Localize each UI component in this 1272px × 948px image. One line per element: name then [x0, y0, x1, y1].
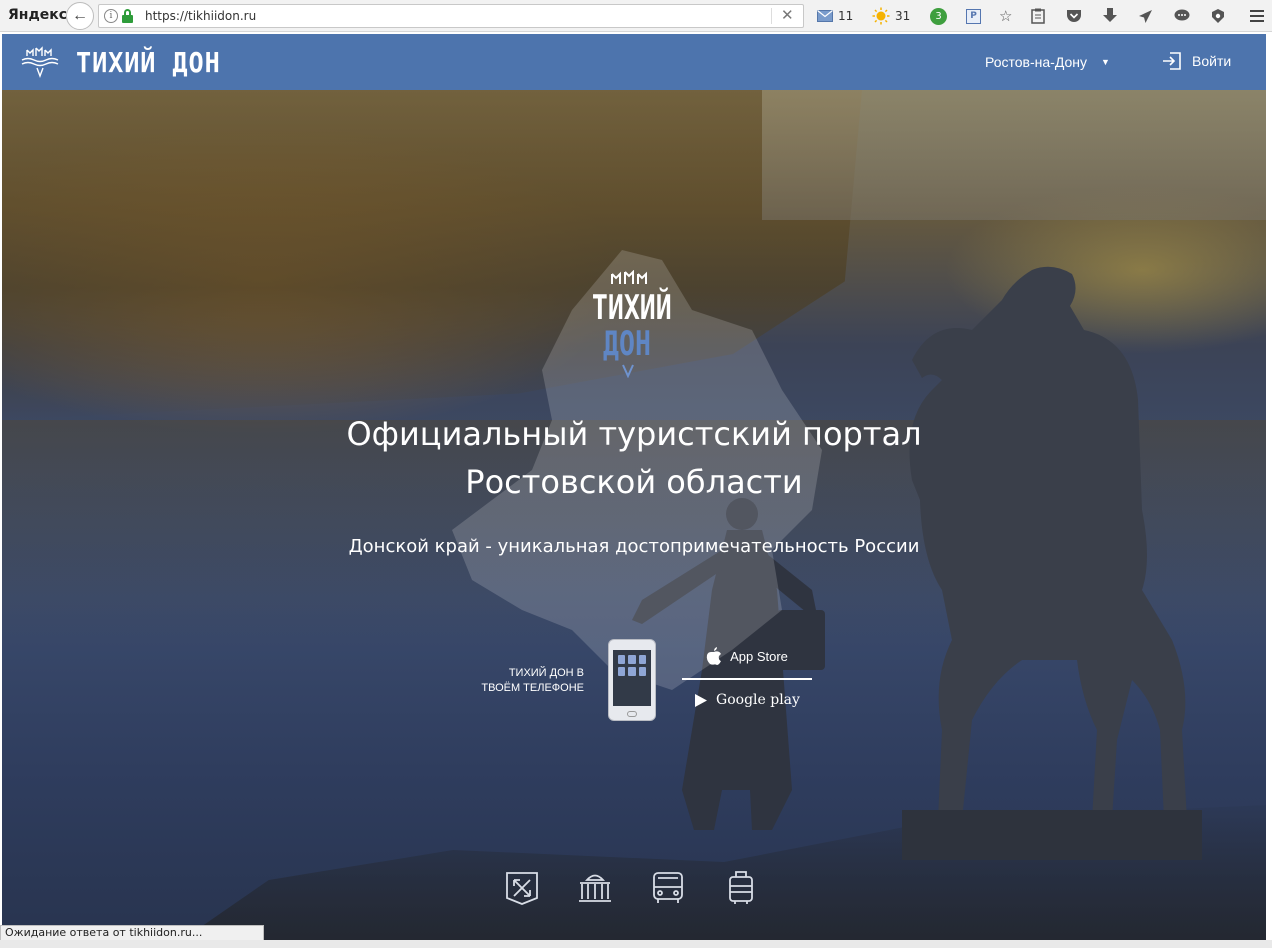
app-promo-caption: ТИХИЙ ДОН В ТВОЁМ ТЕЛЕФОНЕ — [481, 667, 584, 694]
far-riverbank-background — [762, 90, 1266, 220]
museum-icon[interactable] — [577, 870, 613, 906]
badge-extension[interactable]: 3 — [930, 6, 947, 26]
download-arrow-icon — [1103, 8, 1117, 22]
city-dropdown[interactable]: Ростов-на-Дону ▼ — [985, 54, 1110, 70]
send-button[interactable] — [1138, 6, 1153, 26]
caret-down-icon: ▼ — [1101, 57, 1110, 67]
pocket-icon — [1067, 10, 1081, 22]
app-store-label: App Store — [730, 648, 788, 664]
hero-subtitle: Донской край - уникальная достопримечате… — [348, 536, 920, 557]
hero-emblem-line2: ДОН — [603, 324, 651, 364]
chat-bubble-icon — [1174, 9, 1190, 21]
hero-title-line1: Официальный туристский портал — [346, 415, 922, 453]
url-text[interactable]: https://tikhiidon.ru — [145, 9, 256, 23]
menu-button[interactable] — [1250, 6, 1264, 26]
city-label: Ростов-на-Дону — [985, 54, 1087, 70]
url-divider — [771, 8, 772, 24]
site-header: ТИХИЙ ДОН Ростов-на-Дону ▼ Войти — [2, 34, 1266, 90]
address-bar[interactable]: i https://tikhiidon.ru ✕ — [98, 4, 804, 28]
paper-plane-icon — [1139, 9, 1152, 23]
bus-icon[interactable] — [650, 870, 686, 906]
green-badge-icon: 3 — [930, 7, 947, 25]
translate-icon: P — [966, 8, 981, 24]
hamburger-menu-icon — [1250, 10, 1264, 22]
mail-extension[interactable]: 11 — [817, 6, 853, 26]
hero-title: Официальный туристский портал Ростовской… — [234, 410, 1034, 506]
window-bottom-edge — [0, 940, 1272, 948]
hero-section: ТИХИЙ ДОН Официальный туристский портал … — [2, 90, 1266, 940]
back-button[interactable]: ← — [66, 2, 94, 30]
shield-ornament-icon — [622, 364, 634, 378]
hero-title-line2: Ростовской области — [465, 463, 803, 501]
reading-list-button[interactable] — [1031, 6, 1045, 26]
vpn-button[interactable] — [1210, 6, 1226, 26]
tikhii-don-emblem-icon[interactable] — [20, 46, 60, 80]
downloads-button[interactable] — [1103, 6, 1117, 26]
login-label: Войти — [1192, 53, 1232, 69]
crown-ornament-icon — [611, 270, 647, 284]
apple-icon — [706, 647, 722, 665]
browser-status-bar: Ожидание ответа от tikhiidon.ru... — [0, 925, 264, 941]
arrow-left-icon: ← — [72, 7, 88, 24]
luggage-icon[interactable] — [723, 870, 759, 906]
chat-button[interactable] — [1174, 6, 1190, 26]
info-icon[interactable]: i — [104, 9, 118, 23]
lock-icon[interactable] — [122, 9, 133, 23]
smartphone-icon — [608, 639, 656, 721]
app-store-button[interactable]: App Store — [682, 636, 812, 676]
star-icon: ☆ — [999, 7, 1013, 25]
browser-toolbar: Яндекс ← i https://tikhiidon.ru ✕ 11 31 … — [0, 0, 1272, 32]
close-icon[interactable]: ✕ — [781, 6, 794, 24]
clipboard-icon — [1031, 8, 1045, 24]
weather-extension[interactable]: 31 — [872, 6, 910, 26]
google-play-label: Google play — [716, 692, 800, 708]
yandex-logo[interactable]: Яндекс — [8, 7, 67, 23]
routes-icon[interactable] — [504, 870, 540, 906]
login-button[interactable]: Войти — [1162, 51, 1231, 71]
category-icons — [502, 870, 762, 910]
bookmark-button[interactable]: ☆ — [999, 6, 1012, 26]
login-icon — [1163, 52, 1181, 70]
mail-icon — [817, 10, 833, 22]
site-logo-text[interactable]: ТИХИЙ ДОН — [76, 46, 221, 79]
google-play-button[interactable]: Google play — [682, 680, 812, 720]
horseman-statue-image — [902, 266, 1202, 860]
google-play-icon — [695, 693, 708, 707]
weather-sun-icon — [872, 7, 890, 25]
pocket-button[interactable] — [1066, 6, 1082, 26]
shield-eye-icon — [1212, 9, 1224, 23]
page-translate-button[interactable]: P — [966, 6, 981, 26]
hero-emblem-line1: ТИХИЙ — [591, 288, 672, 328]
